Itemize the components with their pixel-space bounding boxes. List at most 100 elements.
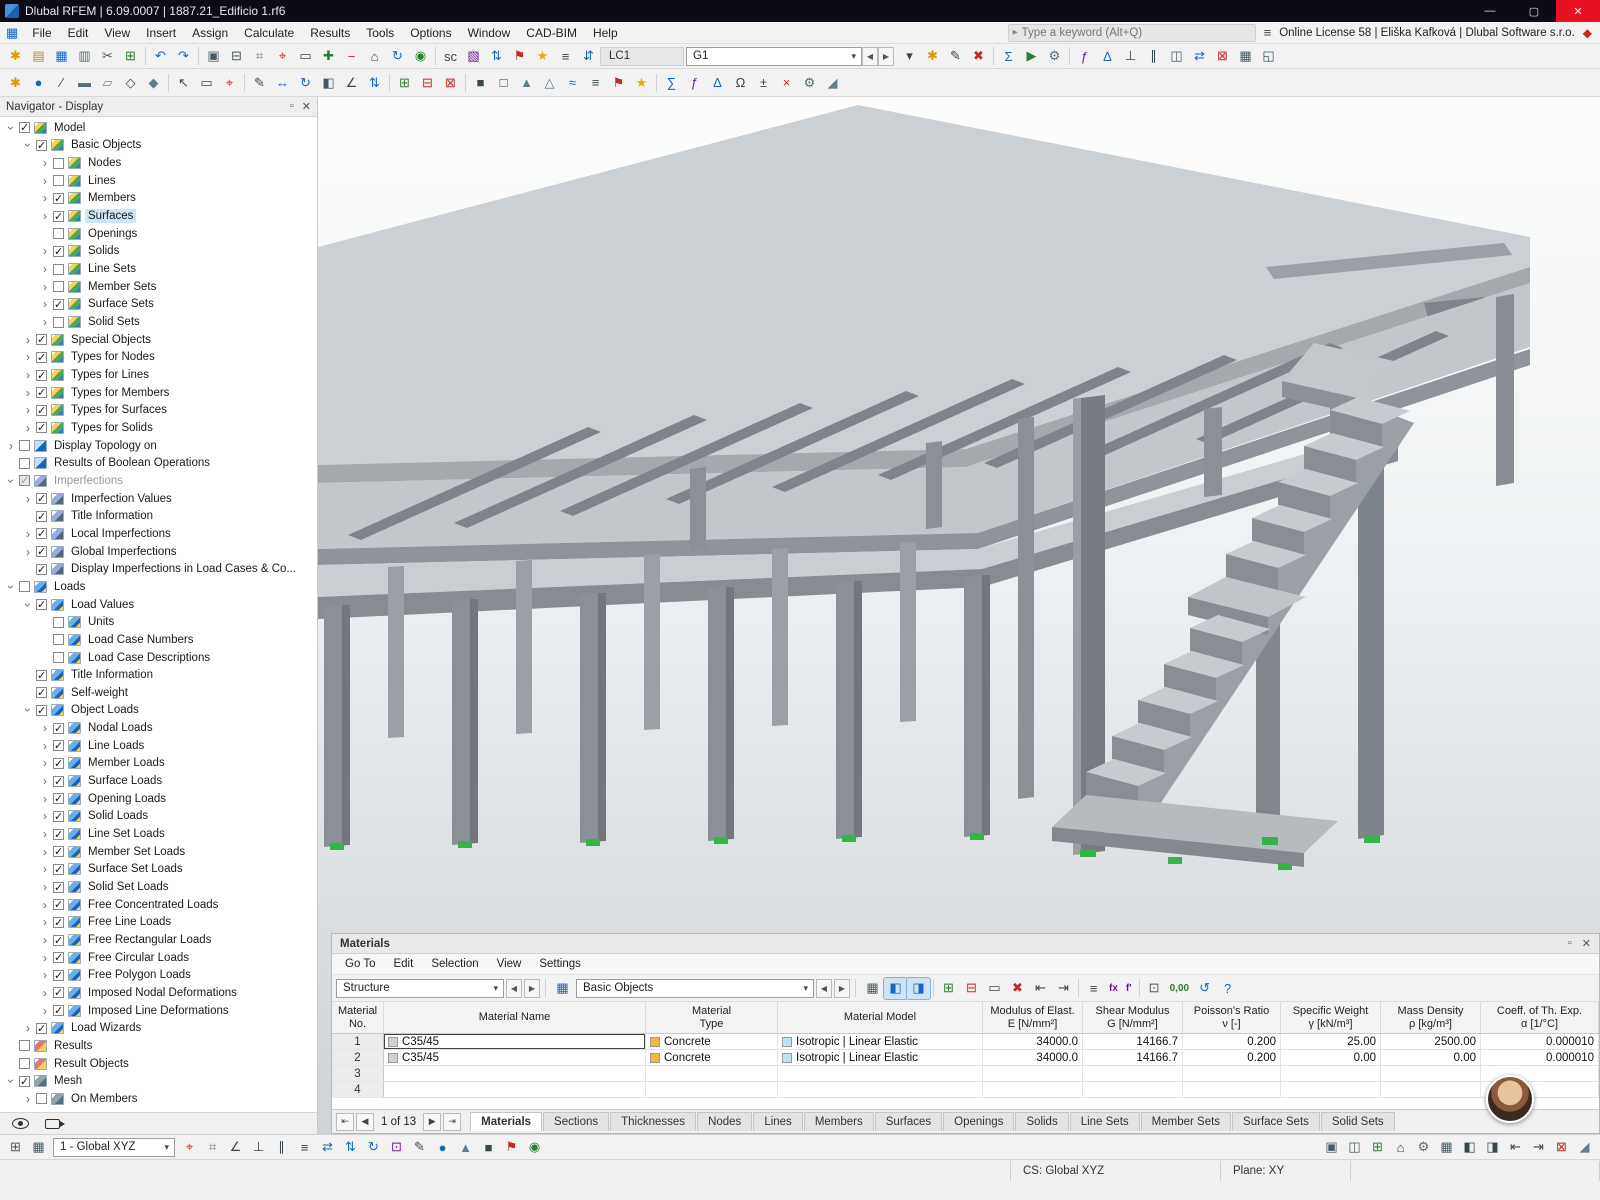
tree-item-title-information[interactable]: Title Information	[0, 507, 317, 525]
materials-menu-edit[interactable]: Edit	[384, 956, 422, 972]
rotate-plane-icon[interactable]: ↻	[362, 1137, 385, 1158]
checkbox[interactable]	[53, 158, 64, 169]
chevron-right-icon[interactable]: ›	[38, 244, 52, 258]
table-cell[interactable]	[778, 1082, 983, 1097]
tab-solids[interactable]: Solids	[1015, 1112, 1068, 1131]
table-cell[interactable]: 14166.7	[1083, 1034, 1183, 1049]
view-manager-icon[interactable]: ▣	[1320, 1137, 1343, 1158]
menu-help[interactable]: Help	[585, 24, 626, 42]
checkbox[interactable]	[19, 122, 30, 133]
checkbox[interactable]	[19, 440, 30, 451]
checkbox[interactable]	[53, 299, 64, 310]
column-header-specific-weight[interactable]: Specific Weightγ [kN/m³]	[1281, 1002, 1381, 1033]
chevron-right-icon[interactable]: ›	[38, 297, 52, 311]
refresh-icon[interactable]: ↺	[1193, 978, 1216, 999]
checkbox[interactable]	[36, 546, 47, 557]
menu-tools[interactable]: Tools	[358, 24, 402, 42]
first-page-button[interactable]: ⇤	[336, 1113, 354, 1131]
table-cell[interactable]	[1281, 1066, 1381, 1081]
tab-members[interactable]: Members	[804, 1112, 874, 1131]
tree-item-free-circular-loads[interactable]: ›Free Circular Loads	[0, 949, 317, 967]
tab-openings[interactable]: Openings	[943, 1112, 1014, 1131]
filter-selected-icon[interactable]: ◧	[884, 978, 907, 999]
table-cell[interactable]	[1183, 1066, 1281, 1081]
chevron-right-icon[interactable]: ›	[21, 350, 35, 364]
copy-grid-icon[interactable]: ⊞	[393, 72, 416, 93]
checkbox[interactable]	[36, 687, 47, 698]
table-cell[interactable]: 2500.00	[1381, 1034, 1481, 1049]
favorites-icon[interactable]: ★	[531, 46, 554, 67]
marker-icon[interactable]: ⚑	[607, 72, 630, 93]
chevron-right-icon[interactable]: ›	[21, 1021, 35, 1035]
chevron-right-icon[interactable]: ›	[38, 809, 52, 823]
chevron-right-icon[interactable]: ›	[21, 333, 35, 347]
checkbox[interactable]	[19, 1040, 30, 1051]
materials-menu-settings[interactable]: Settings	[530, 956, 590, 972]
checkbox[interactable]	[36, 1093, 47, 1104]
checkbox[interactable]	[53, 193, 64, 204]
tree-item-display-topology-on[interactable]: ›Display Topology on	[0, 437, 317, 455]
tree-item-model[interactable]: ›Model	[0, 119, 317, 137]
tree-item-imperfections[interactable]: ›Imperfections	[0, 472, 317, 490]
panel-view-icon[interactable]: ⊟	[225, 46, 248, 67]
tab-thicknesses[interactable]: Thicknesses	[610, 1112, 696, 1131]
table-cell[interactable]: 14166.7	[1083, 1050, 1183, 1065]
checkbox[interactable]	[53, 758, 64, 769]
sort-icon[interactable]: ⇅	[485, 46, 508, 67]
checkbox[interactable]	[53, 987, 64, 998]
checkbox[interactable]	[53, 793, 64, 804]
chevron-right-icon[interactable]: ›	[21, 368, 35, 382]
close-panel-icon[interactable]: ✕	[302, 100, 311, 113]
checkbox[interactable]	[36, 387, 47, 398]
tree-item-basic-objects[interactable]: ›Basic Objects	[0, 137, 317, 155]
chevron-right-icon[interactable]: ›	[38, 968, 52, 982]
clear-table-icon[interactable]: ✖	[1006, 978, 1029, 999]
sum-icon[interactable]: ∑	[660, 72, 683, 93]
checkbox[interactable]	[19, 1076, 30, 1087]
checkbox[interactable]	[36, 705, 47, 716]
chevron-right-icon[interactable]: ›	[21, 386, 35, 400]
menu-results[interactable]: Results	[302, 24, 358, 42]
table-cell[interactable]	[983, 1082, 1083, 1097]
tree-item-free-line-loads[interactable]: ›Free Line Loads	[0, 914, 317, 932]
smooth-icon[interactable]: ≈	[561, 72, 584, 93]
table-cell[interactable]: 34000.0	[983, 1050, 1083, 1065]
surface-icon[interactable]: ▱	[96, 72, 119, 93]
tree-item-nodal-loads[interactable]: ›Nodal Loads	[0, 719, 317, 737]
tree-item-types-for-surfaces[interactable]: ›Types for Surfaces	[0, 402, 317, 420]
table-cell[interactable]: C35/45	[384, 1034, 646, 1049]
checkbox[interactable]	[53, 899, 64, 910]
materials-menu-go-to[interactable]: Go To	[336, 956, 384, 972]
menu-calculate[interactable]: Calculate	[236, 24, 302, 42]
coordinate-system-combo[interactable]: 1 - Global XYZ▾	[53, 1138, 175, 1157]
tree-item-load-values[interactable]: ›Load Values	[0, 596, 317, 614]
last-page-button[interactable]: ⇥	[443, 1113, 461, 1131]
tree-item-special-objects[interactable]: ›Special Objects	[0, 331, 317, 349]
checkbox[interactable]	[36, 405, 47, 416]
checkbox[interactable]	[19, 458, 30, 469]
checkbox[interactable]	[36, 599, 47, 610]
structure-combo[interactable]: Structure▾	[336, 979, 504, 998]
checkbox[interactable]	[36, 352, 47, 363]
tab-solid-sets[interactable]: Solid Sets	[1321, 1112, 1395, 1131]
opening-icon[interactable]: ◇	[119, 72, 142, 93]
status-settings-icon[interactable]: ⚙	[1412, 1137, 1435, 1158]
menu-view[interactable]: View	[96, 24, 138, 42]
guidelines-icon[interactable]: ≡	[293, 1137, 316, 1158]
windows-icon[interactable]: ◫	[1165, 46, 1188, 67]
next-load-case-button[interactable]: ▶	[878, 47, 894, 66]
menu-window[interactable]: Window	[460, 24, 519, 42]
angle-snap-icon[interactable]: ∠	[224, 1137, 247, 1158]
row-number-cell[interactable]: 3	[332, 1066, 384, 1081]
chevron-down-icon[interactable]: ›	[4, 121, 18, 135]
table-cell[interactable]: 0.000010	[1481, 1050, 1599, 1065]
column-header-material[interactable]: MaterialType	[646, 1002, 778, 1033]
structure-next-button[interactable]: ▶	[524, 979, 540, 998]
tree-item-free-concentrated-loads[interactable]: ›Free Concentrated Loads	[0, 896, 317, 914]
tree-item-display-imperfections-in-load-cases-co[interactable]: Display Imperfections in Load Cases & Co…	[0, 560, 317, 578]
scale-icon[interactable]: sc	[439, 46, 462, 67]
chevron-right-icon[interactable]: ›	[21, 492, 35, 506]
tree-item-opening-loads[interactable]: ›Opening Loads	[0, 790, 317, 808]
chevron-right-icon[interactable]: ›	[38, 774, 52, 788]
tab-surfaces[interactable]: Surfaces	[875, 1112, 942, 1131]
